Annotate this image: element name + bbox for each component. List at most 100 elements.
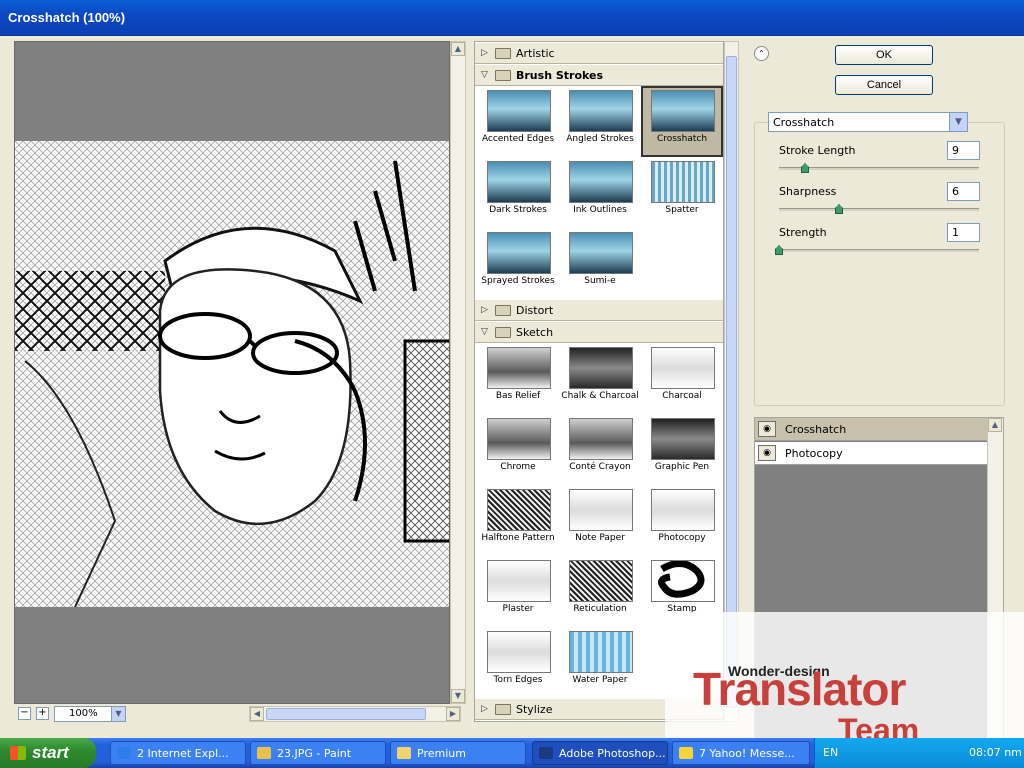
filter-preview-image [651, 418, 715, 460]
filter-label: Sumi-e [584, 276, 616, 286]
sharpness-field[interactable]: 6 [947, 182, 980, 201]
filter-thumb[interactable]: Reticulation [559, 556, 641, 627]
stroke-length-label: Stroke Length [779, 144, 856, 157]
language-indicator[interactable]: EN [823, 746, 838, 759]
filter-thumb[interactable]: Plaster [477, 556, 559, 627]
filter-label: Note Paper [575, 533, 625, 543]
filter-label: Chalk & Charcoal [561, 391, 639, 401]
zoom-in-button[interactable]: + [36, 707, 49, 720]
scroll-down-icon[interactable]: ▼ [451, 689, 465, 703]
filter-thumb[interactable]: Sprayed Strokes [477, 228, 559, 299]
photoshop-icon [539, 747, 553, 759]
filter-thumb-selected[interactable]: Crosshatch [641, 86, 723, 157]
category-distort[interactable]: ▷ Distort [475, 299, 723, 321]
category-label: Sketch [516, 326, 554, 339]
scrollbar-thumb[interactable] [266, 708, 426, 720]
zoom-out-button[interactable]: − [18, 707, 31, 720]
preview-horizontal-scrollbar[interactable]: ◀ ▶ [249, 706, 461, 722]
window-title: Crosshatch (100%) [8, 10, 126, 25]
filter-preview-image [487, 560, 551, 602]
filter-label: Graphic Pen [654, 462, 710, 472]
filter-thumb[interactable]: Graphic Pen [641, 414, 723, 485]
expand-triangle-icon: ▷ [481, 48, 488, 58]
taskbar-item-yahoo-messenger[interactable]: 7 Yahoo! Messe... [672, 741, 810, 765]
preview-vertical-scrollbar[interactable]: ▲ ▼ [450, 41, 466, 704]
category-brush-strokes[interactable]: ▽ Brush Strokes [475, 64, 723, 86]
filter-preview-image [651, 347, 715, 389]
taskbar-item-premium[interactable]: Premium [390, 741, 526, 765]
windows-logo-icon [10, 746, 26, 760]
filter-label: Accented Edges [481, 134, 555, 144]
preview-area[interactable] [14, 41, 450, 704]
filter-thumb[interactable]: Chalk & Charcoal [559, 343, 641, 414]
filter-thumb[interactable]: Water Paper [559, 627, 641, 698]
collapse-gallery-icon[interactable]: ⌃ [754, 46, 769, 61]
zoom-controls: − + 100% ▼ ◀ ▶ [14, 706, 461, 724]
strength-field[interactable]: 1 [947, 223, 980, 242]
filter-label: Halftone Pattern [481, 533, 555, 543]
sharpness-label: Sharpness [779, 185, 837, 198]
clock[interactable]: 08:07 nm [969, 746, 1022, 759]
category-label: Stylize [516, 703, 553, 716]
zoom-value: 100% [69, 708, 98, 719]
filter-thumb[interactable]: Spatter [641, 157, 723, 228]
effect-layer-crosshatch[interactable]: ◉ Crosshatch [755, 418, 987, 441]
taskbar-item-internet-explorer[interactable]: 2 Internet Expl... [110, 741, 246, 765]
chevron-down-icon[interactable]: ▼ [111, 707, 125, 721]
filter-select[interactable]: Crosshatch ▼ [768, 112, 968, 132]
filter-select-value: Crosshatch [773, 116, 835, 129]
filter-label: Photocopy [658, 533, 706, 543]
watermark-title: Translator [693, 663, 906, 715]
layer-name: Photocopy [785, 447, 843, 460]
eye-icon[interactable]: ◉ [758, 445, 776, 461]
filter-thumb[interactable]: Photocopy [641, 485, 723, 556]
filter-thumb[interactable]: Ink Outlines [559, 157, 641, 228]
stroke-length-field[interactable]: 9 [947, 141, 980, 160]
filter-thumb[interactable]: Halftone Pattern [477, 485, 559, 556]
filter-thumb[interactable]: Accented Edges [477, 86, 559, 157]
strength-label: Strength [779, 226, 827, 239]
start-button[interactable]: start [0, 738, 96, 768]
filter-thumb[interactable]: Dark Strokes [477, 157, 559, 228]
cancel-button[interactable]: Cancel [835, 75, 933, 95]
sharpness-slider[interactable] [779, 208, 979, 211]
category-artistic[interactable]: ▷ Artistic [475, 42, 723, 64]
filter-thumb[interactable]: Conté Crayon [559, 414, 641, 485]
filter-thumb[interactable]: Chrome [477, 414, 559, 485]
scroll-up-icon[interactable]: ▲ [988, 418, 1002, 432]
taskbar-item-paint[interactable]: 23.JPG - Paint [250, 741, 386, 765]
scrollbar-thumb[interactable] [726, 56, 737, 708]
eye-icon[interactable]: ◉ [758, 421, 776, 437]
filter-thumb[interactable]: Bas Relief [477, 343, 559, 414]
filter-thumb[interactable]: Torn Edges [477, 627, 559, 698]
category-sketch[interactable]: ▽ Sketch [475, 321, 723, 343]
ok-button[interactable]: OK [835, 45, 933, 65]
folder-icon [495, 305, 511, 316]
taskbar: start 2 Internet Expl... 23.JPG - Paint … [0, 738, 1024, 768]
effect-layer-photocopy[interactable]: ◉ Photocopy [755, 442, 987, 465]
filter-label: Ink Outlines [573, 205, 627, 215]
title-bar: Crosshatch (100%) [0, 0, 1024, 36]
zoom-select[interactable]: 100% ▼ [54, 706, 126, 722]
filter-thumb[interactable]: Note Paper [559, 485, 641, 556]
filter-thumb[interactable]: Angled Strokes [559, 86, 641, 157]
folder-icon [397, 747, 411, 759]
filter-thumb[interactable]: Sumi-e [559, 228, 641, 299]
category-label: Brush Strokes [516, 69, 604, 82]
filter-preview-image [569, 90, 633, 132]
stroke-length-slider[interactable] [779, 167, 979, 170]
filter-label: Reticulation [573, 604, 627, 614]
scroll-right-icon[interactable]: ▶ [446, 707, 460, 721]
filter-thumb[interactable]: Charcoal [641, 343, 723, 414]
task-label: 23.JPG - Paint [277, 747, 352, 760]
scroll-up-icon[interactable]: ▲ [451, 42, 465, 56]
taskbar-item-photoshop[interactable]: Adobe Photoshop... [532, 741, 668, 765]
chevron-down-icon[interactable]: ▼ [949, 113, 967, 131]
filter-preview-image [651, 90, 715, 132]
filter-preview-image [487, 489, 551, 531]
filter-preview-image [651, 560, 715, 602]
scroll-left-icon[interactable]: ◀ [250, 707, 264, 721]
filter-label: Dark Strokes [489, 205, 547, 215]
yahoo-messenger-icon [679, 747, 693, 759]
strength-slider[interactable] [779, 249, 979, 252]
